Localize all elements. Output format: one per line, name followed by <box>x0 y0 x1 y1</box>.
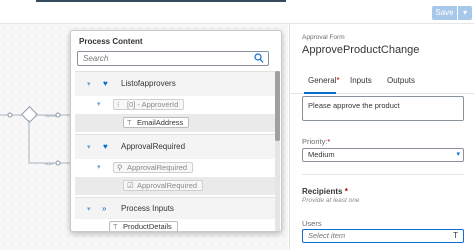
tab-inputs[interactable]: Inputs <box>350 76 372 85</box>
app-root: Save ▾ Approve Reject Process Content Se… <box>0 0 474 250</box>
shell-bar: Save ▾ <box>0 0 474 24</box>
popover-title: Process Content <box>79 37 143 46</box>
users-input[interactable]: Select item T <box>302 229 464 243</box>
shell-bar-accent <box>36 0 286 2</box>
edge-label-reject: Reject <box>45 162 54 166</box>
text-icon: T <box>127 118 132 127</box>
priority-value: Medium <box>308 150 335 159</box>
save-menu-button[interactable]: ▾ <box>458 6 472 20</box>
field-token: T ProductDetails <box>109 221 178 231</box>
tree-item-approvalrequired[interactable]: ▾ ♥ ApprovalRequired <box>75 134 275 159</box>
users-label: Users <box>302 219 322 228</box>
tab-general[interactable]: General* <box>308 76 340 85</box>
chevron-down-icon[interactable]: ▾ <box>97 100 101 108</box>
section-divider <box>302 174 464 175</box>
gateway-node[interactable] <box>21 106 38 123</box>
chevron-down-icon: ▾ <box>462 8 467 17</box>
process-content-tree: ▾ ♥ Listofapprovers ▾ ⁝ [0] - ApproverId … <box>71 71 275 231</box>
edge-label-approve: Approve <box>45 114 57 118</box>
form-icon: ♥ <box>103 142 108 151</box>
properties-panel: Approval Form ApproveProductChange Gener… <box>289 24 474 250</box>
process-content-popover: Process Content Search ▾ ♥ Listofapprove… <box>70 30 282 232</box>
tree-item-emailaddress[interactable]: T EmailAddress <box>75 114 275 132</box>
tree-item-listofapprovers[interactable]: ▾ ♥ Listofapprovers <box>75 71 275 96</box>
search-placeholder: Search <box>83 54 109 63</box>
boolean-icon: ⚲ <box>117 163 123 172</box>
tree-item-approverid[interactable]: ▾ ⁝ [0] - ApproverId <box>75 96 275 114</box>
form-icon: ♥ <box>103 79 108 88</box>
tree-item-process-inputs[interactable]: ▾ » Process Inputs <box>75 197 275 219</box>
chevron-down-icon[interactable]: ▾ <box>87 143 91 151</box>
field-token: T EmailAddress <box>123 117 190 128</box>
chevron-down-icon[interactable]: ▾ <box>456 149 460 161</box>
tree-item-label: [0] - ApproverId <box>127 100 179 109</box>
text-icon: T <box>113 222 118 231</box>
tree-item-approvalrequired-field[interactable]: ▾ ⚲ ApprovalRequired <box>75 159 275 177</box>
save-button[interactable]: Save <box>432 6 457 20</box>
message-field[interactable]: Please approve the product <box>302 96 464 121</box>
tree-item-approvalrequired-value[interactable]: ☑ ApprovalRequired <box>75 177 275 195</box>
flow-anchor <box>55 160 61 166</box>
tab-selected-indicator <box>304 92 336 94</box>
popover-scrollbar[interactable] <box>275 71 280 231</box>
tree-item-label: EmailAddress <box>137 118 184 127</box>
tree-item-label: ProductDetails <box>123 222 172 231</box>
priority-select[interactable]: Medium ▾ <box>302 148 464 162</box>
chevron-down-icon[interactable]: ▾ <box>87 80 91 88</box>
search-icon[interactable] <box>254 53 264 64</box>
tab-outputs[interactable]: Outputs <box>387 76 415 85</box>
tree-item-label: Listofapprovers <box>121 79 176 88</box>
list-icon: ⁝ <box>117 100 120 109</box>
text-type-icon[interactable]: T <box>453 230 458 242</box>
checkbox-icon: ☑ <box>127 181 134 190</box>
scrollbar-thumb[interactable] <box>275 71 280 141</box>
panel-tabs: General* Inputs Outputs <box>290 68 474 94</box>
recipients-hint: Provide at least one <box>302 197 360 204</box>
tree-item-label: ApprovalRequired <box>137 181 198 190</box>
process-icon: » <box>102 204 107 213</box>
panel-title: ApproveProductChange <box>302 44 420 56</box>
chevron-down-icon[interactable]: ▾ <box>97 163 101 171</box>
tree-item-label: Process Inputs <box>121 204 174 213</box>
field-token: ⚲ ApprovalRequired <box>113 162 194 173</box>
chevron-down-icon[interactable]: ▾ <box>87 205 91 213</box>
users-placeholder: Select item <box>308 231 346 240</box>
tree-item-label: ApprovalRequired <box>127 163 188 172</box>
tree-item-productdetails[interactable]: T ProductDetails <box>75 219 275 231</box>
panel-subtitle: Approval Form <box>302 34 345 41</box>
flow-anchor <box>55 112 61 118</box>
flow-anchor <box>7 112 13 118</box>
field-token: ⁝ [0] - ApproverId <box>113 99 185 110</box>
priority-label: Priority:* <box>302 137 331 146</box>
field-token: ☑ ApprovalRequired <box>123 180 204 191</box>
tree-item-label: ApprovalRequired <box>121 142 186 151</box>
recipients-title: Recipients * <box>302 187 348 196</box>
search-input[interactable]: Search <box>77 51 269 66</box>
